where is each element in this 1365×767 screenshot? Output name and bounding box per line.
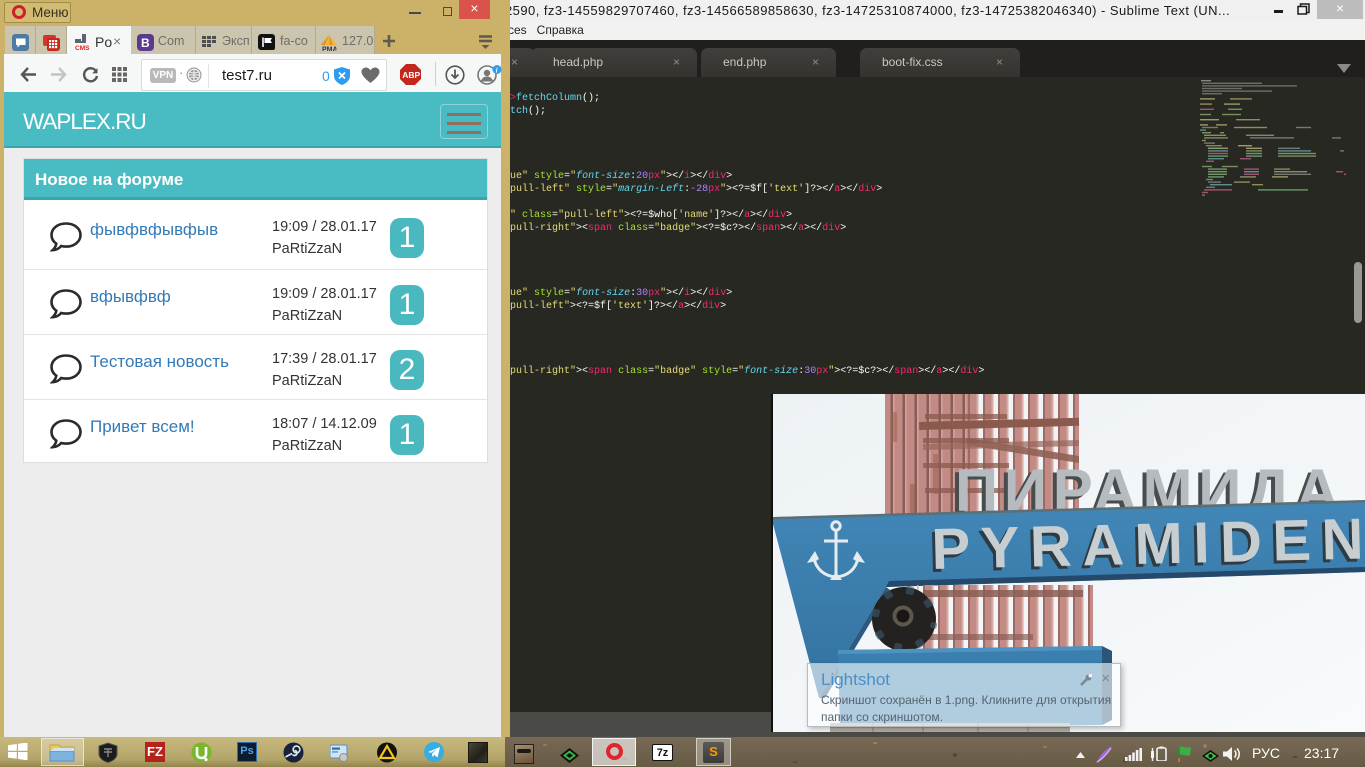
svg-text:ABP: ABP	[402, 70, 420, 80]
svg-text:B: B	[141, 36, 150, 50]
svg-text:i: i	[496, 66, 498, 74]
svg-text:CMS: CMS	[75, 45, 90, 51]
svg-text:PMA: PMA	[322, 47, 337, 52]
svg-text:PYRAMIDEN: PYRAMIDEN	[931, 506, 1364, 582]
